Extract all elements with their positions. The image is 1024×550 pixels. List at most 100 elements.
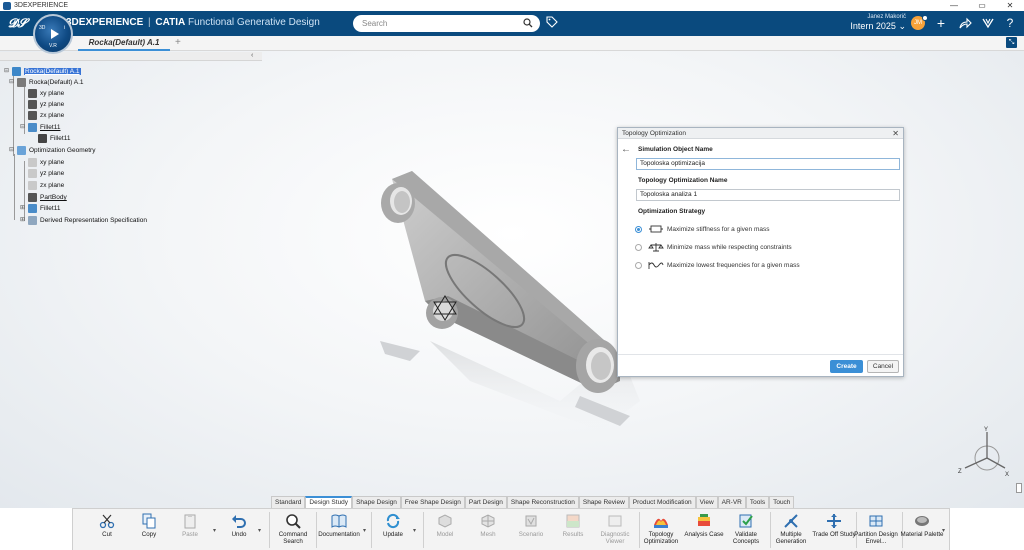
- panel-resize-handle[interactable]: [1016, 483, 1022, 493]
- workbench-tab[interactable]: Touch: [769, 496, 795, 508]
- minimize-button[interactable]: —: [940, 0, 968, 11]
- workbench-tab[interactable]: View: [695, 496, 718, 508]
- collab-space[interactable]: Intern 2025 ⌄: [850, 21, 906, 32]
- close-icon[interactable]: ✕: [892, 128, 899, 139]
- topology-optimization-button[interactable]: Topology Optimization: [637, 511, 685, 550]
- trade-off-study-button[interactable]: Trade Off Study: [810, 511, 858, 550]
- tree-item-optimization-geometry[interactable]: ⊟ Optimization Geometry: [9, 145, 95, 156]
- model-button[interactable]: Model: [421, 511, 469, 550]
- scenario-icon: [525, 515, 537, 527]
- expand-icon[interactable]: ⊞: [20, 204, 25, 211]
- tree-label: yz plane: [40, 170, 65, 177]
- compass-widget[interactable]: 3D i V.R: [33, 14, 73, 54]
- workbench-tab[interactable]: Shape Review: [578, 496, 629, 508]
- workbench-tab[interactable]: Part Design: [464, 496, 507, 508]
- partition-design-button[interactable]: Partition Design Envel...: [852, 511, 900, 550]
- tree-item-xy-plane[interactable]: xy plane: [28, 88, 64, 99]
- tree-item-og-fillet[interactable]: ⊞ Fillet11: [20, 203, 60, 214]
- scenario-button[interactable]: Scenario: [507, 511, 555, 550]
- update-dropdown-icon[interactable]: ▾: [413, 527, 416, 534]
- undo-dropdown-icon[interactable]: ▾: [258, 527, 261, 534]
- tree-item-partbody[interactable]: PartBody: [28, 192, 67, 203]
- tree-item-zx-plane[interactable]: zx plane: [28, 110, 64, 121]
- mesh-button[interactable]: Mesh: [464, 511, 512, 550]
- collapse-icon[interactable]: ⊟: [4, 67, 9, 74]
- tag-icon[interactable]: [546, 16, 558, 28]
- expand-icon[interactable]: ⊞: [20, 216, 25, 223]
- collapse-icon[interactable]: ⊟: [9, 78, 14, 85]
- app-name: Functional Generative Design: [188, 17, 320, 28]
- radio-button[interactable]: [635, 261, 642, 269]
- action-label: Undo: [231, 531, 247, 538]
- tree-item-part[interactable]: ⊟ Rocka(Default) A.1: [9, 77, 84, 88]
- radio-button[interactable]: [635, 243, 642, 251]
- tree-item-og-yz-plane[interactable]: yz plane: [28, 168, 64, 179]
- paste-button[interactable]: Paste: [166, 511, 214, 550]
- search-input[interactable]: [362, 19, 522, 28]
- plus-icon[interactable]: +: [934, 16, 948, 30]
- material-palette-button[interactable]: Material Palette: [898, 511, 946, 550]
- tree-item-yz-plane[interactable]: yz plane: [28, 99, 64, 110]
- update-button[interactable]: Update: [369, 511, 417, 550]
- tree-label-part: Rocka(Default) A.1: [29, 79, 84, 86]
- play-icon[interactable]: [51, 29, 59, 39]
- undo-button[interactable]: Undo: [215, 511, 263, 550]
- tree-item-fillet-group[interactable]: ⊟ Fillet11: [20, 122, 60, 133]
- compass-apps-icon[interactable]: [981, 16, 995, 30]
- fullscreen-icon[interactable]: ⤡: [1006, 37, 1017, 48]
- create-button[interactable]: Create: [830, 360, 863, 373]
- search-icon[interactable]: [523, 18, 533, 28]
- tree-label: PartBody: [40, 194, 67, 201]
- chevron-left-icon[interactable]: ‹: [251, 52, 253, 59]
- user-info[interactable]: Janez Makorič Intern 2025 ⌄: [850, 14, 906, 32]
- back-arrow-icon[interactable]: ←: [621, 144, 631, 155]
- radio-button[interactable]: [635, 225, 642, 233]
- maximize-button[interactable]: ▭: [968, 0, 996, 11]
- cancel-button[interactable]: Cancel: [867, 360, 899, 373]
- tree-item-og-zx-plane[interactable]: zx plane: [28, 180, 64, 191]
- workbench-tab[interactable]: Shape Reconstruction: [506, 496, 579, 508]
- add-tab-button[interactable]: +: [175, 37, 181, 48]
- option-max-stiffness[interactable]: Maximize stiffness for a given mass: [635, 223, 769, 235]
- workbench-tab[interactable]: Product Modification: [628, 496, 696, 508]
- diagnostic-viewer-button[interactable]: Diagnostic Viewer: [591, 511, 639, 550]
- document-tab-bar: Rocka(Default) A.1 +: [0, 36, 1024, 51]
- material-dropdown-icon[interactable]: ▾: [942, 527, 945, 534]
- plane-icon: [28, 158, 37, 167]
- analysis-case-button[interactable]: Analysis Case: [680, 511, 728, 550]
- cut-button[interactable]: Cut: [83, 511, 131, 550]
- results-button[interactable]: Results: [549, 511, 597, 550]
- documentation-dropdown-icon[interactable]: ▾: [363, 527, 366, 534]
- option-max-frequency[interactable]: Maximize lowest frequencies for a given …: [635, 259, 800, 271]
- option-min-mass[interactable]: Minimize mass while respecting constrain…: [635, 241, 792, 253]
- help-icon[interactable]: ?: [1003, 16, 1017, 30]
- topo-name-label: Topology Optimization Name: [638, 177, 728, 184]
- topo-name-field[interactable]: Topoloska analiza 1: [636, 189, 900, 201]
- close-window-button[interactable]: ✕: [996, 0, 1024, 11]
- tree-item-fillet-child[interactable]: Fillet11: [38, 133, 70, 144]
- command-search-button[interactable]: Command Search: [269, 511, 317, 550]
- workbench-tab[interactable]: Standard: [271, 496, 306, 508]
- search-box[interactable]: [353, 15, 540, 32]
- tree-item-og-xy-plane[interactable]: xy plane: [28, 157, 64, 168]
- action-label: Diagnostic Viewer: [600, 531, 630, 545]
- validate-concepts-button[interactable]: Validate Concepts: [722, 511, 770, 550]
- tab-document[interactable]: Rocka(Default) A.1: [78, 36, 170, 51]
- axis-y-label: Y: [984, 427, 988, 433]
- tree-item-derived[interactable]: ⊞ Derived Representation Specification: [20, 215, 147, 226]
- multiple-generation-button[interactable]: Multiple Generation: [767, 511, 815, 550]
- tree-item-root[interactable]: ⊟ Rocka(Default) A.1: [4, 66, 81, 77]
- body-icon: [28, 123, 37, 132]
- workbench-tab[interactable]: Design Study: [305, 496, 353, 508]
- workbench-tab[interactable]: Tools: [745, 496, 770, 508]
- share-icon[interactable]: [958, 16, 972, 30]
- workbench-tab[interactable]: AR-VR: [717, 496, 746, 508]
- collapse-icon[interactable]: ⊟: [9, 146, 14, 153]
- workbench-tabs: Standard Design Study Shape Design Free Sha…: [271, 496, 795, 508]
- axis-triad[interactable]: Y Z X: [953, 424, 1011, 480]
- sim-name-field[interactable]: Topoloska optimizacija: [636, 158, 900, 170]
- workbench-tab[interactable]: Shape Design: [352, 496, 401, 508]
- workbench-tab[interactable]: Free Shape Design: [400, 496, 465, 508]
- documentation-button[interactable]: Documentation: [315, 511, 363, 550]
- collapse-icon[interactable]: ⊟: [20, 123, 25, 130]
